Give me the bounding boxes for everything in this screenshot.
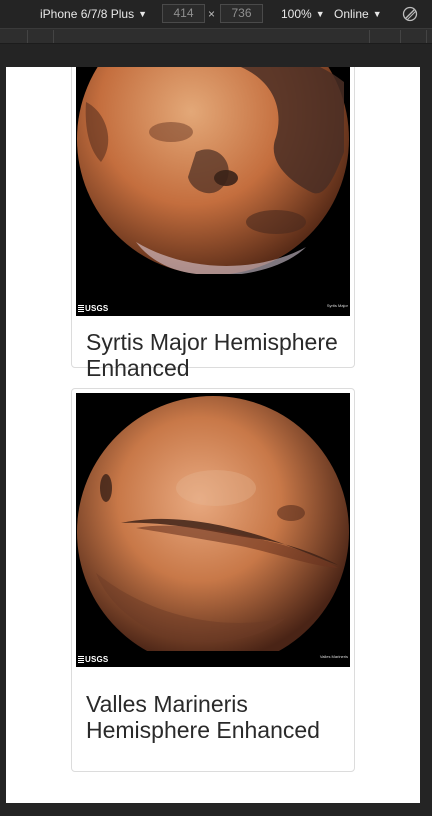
device-select[interactable]: iPhone 6/7/8 Plus ▼: [40, 6, 147, 22]
chevron-down-icon: ▼: [138, 9, 147, 19]
mars-syrtis-image: [76, 67, 350, 316]
device-toolbar: iPhone 6/7/8 Plus ▼ 414 × 736 100% ▼ Onlin…: [0, 0, 432, 28]
device-viewport: USGS Syrtis Major Syrtis Major Hemispher…: [6, 67, 420, 803]
media-query-segment[interactable]: [401, 30, 427, 43]
card-title[interactable]: Syrtis Major Hemisphere Enhanced: [86, 329, 346, 381]
network-throttle-select[interactable]: Online ▼: [334, 6, 382, 22]
media-query-bar: [0, 28, 432, 44]
hemisphere-image[interactable]: USGS Valles Marineris: [76, 393, 350, 667]
width-input[interactable]: 414: [162, 4, 205, 23]
rotate-icon[interactable]: [402, 6, 418, 22]
media-query-segment[interactable]: [0, 30, 28, 43]
times-symbol: ×: [208, 7, 216, 21]
mars-valles-image: [76, 393, 350, 667]
image-caption: Syrtis Major: [326, 303, 348, 308]
height-input[interactable]: 736: [220, 4, 263, 23]
hemisphere-image[interactable]: USGS Syrtis Major: [76, 67, 350, 316]
device-select-label: iPhone 6/7/8 Plus: [40, 7, 135, 21]
chevron-down-icon: ▼: [315, 9, 325, 19]
media-query-segment[interactable]: [28, 30, 54, 43]
hemisphere-card[interactable]: USGS Syrtis Major Syrtis Major Hemispher…: [71, 67, 355, 381]
hemisphere-card[interactable]: USGS Valles Marineris Valles Marineris H…: [71, 388, 355, 772]
zoom-select-label: 100%: [281, 7, 312, 21]
media-query-segment[interactable]: [370, 30, 401, 43]
card-title[interactable]: Valles Marineris Hemisphere Enhanced: [86, 691, 346, 743]
zoom-select[interactable]: 100% ▼: [281, 6, 325, 22]
image-caption: Valles Marineris: [319, 654, 348, 659]
usgs-logo: USGS: [78, 655, 108, 664]
usgs-logo: USGS: [78, 304, 108, 313]
media-query-segment[interactable]: [54, 30, 370, 43]
network-select-label: Online: [334, 7, 369, 21]
chevron-down-icon: ▼: [372, 9, 382, 19]
